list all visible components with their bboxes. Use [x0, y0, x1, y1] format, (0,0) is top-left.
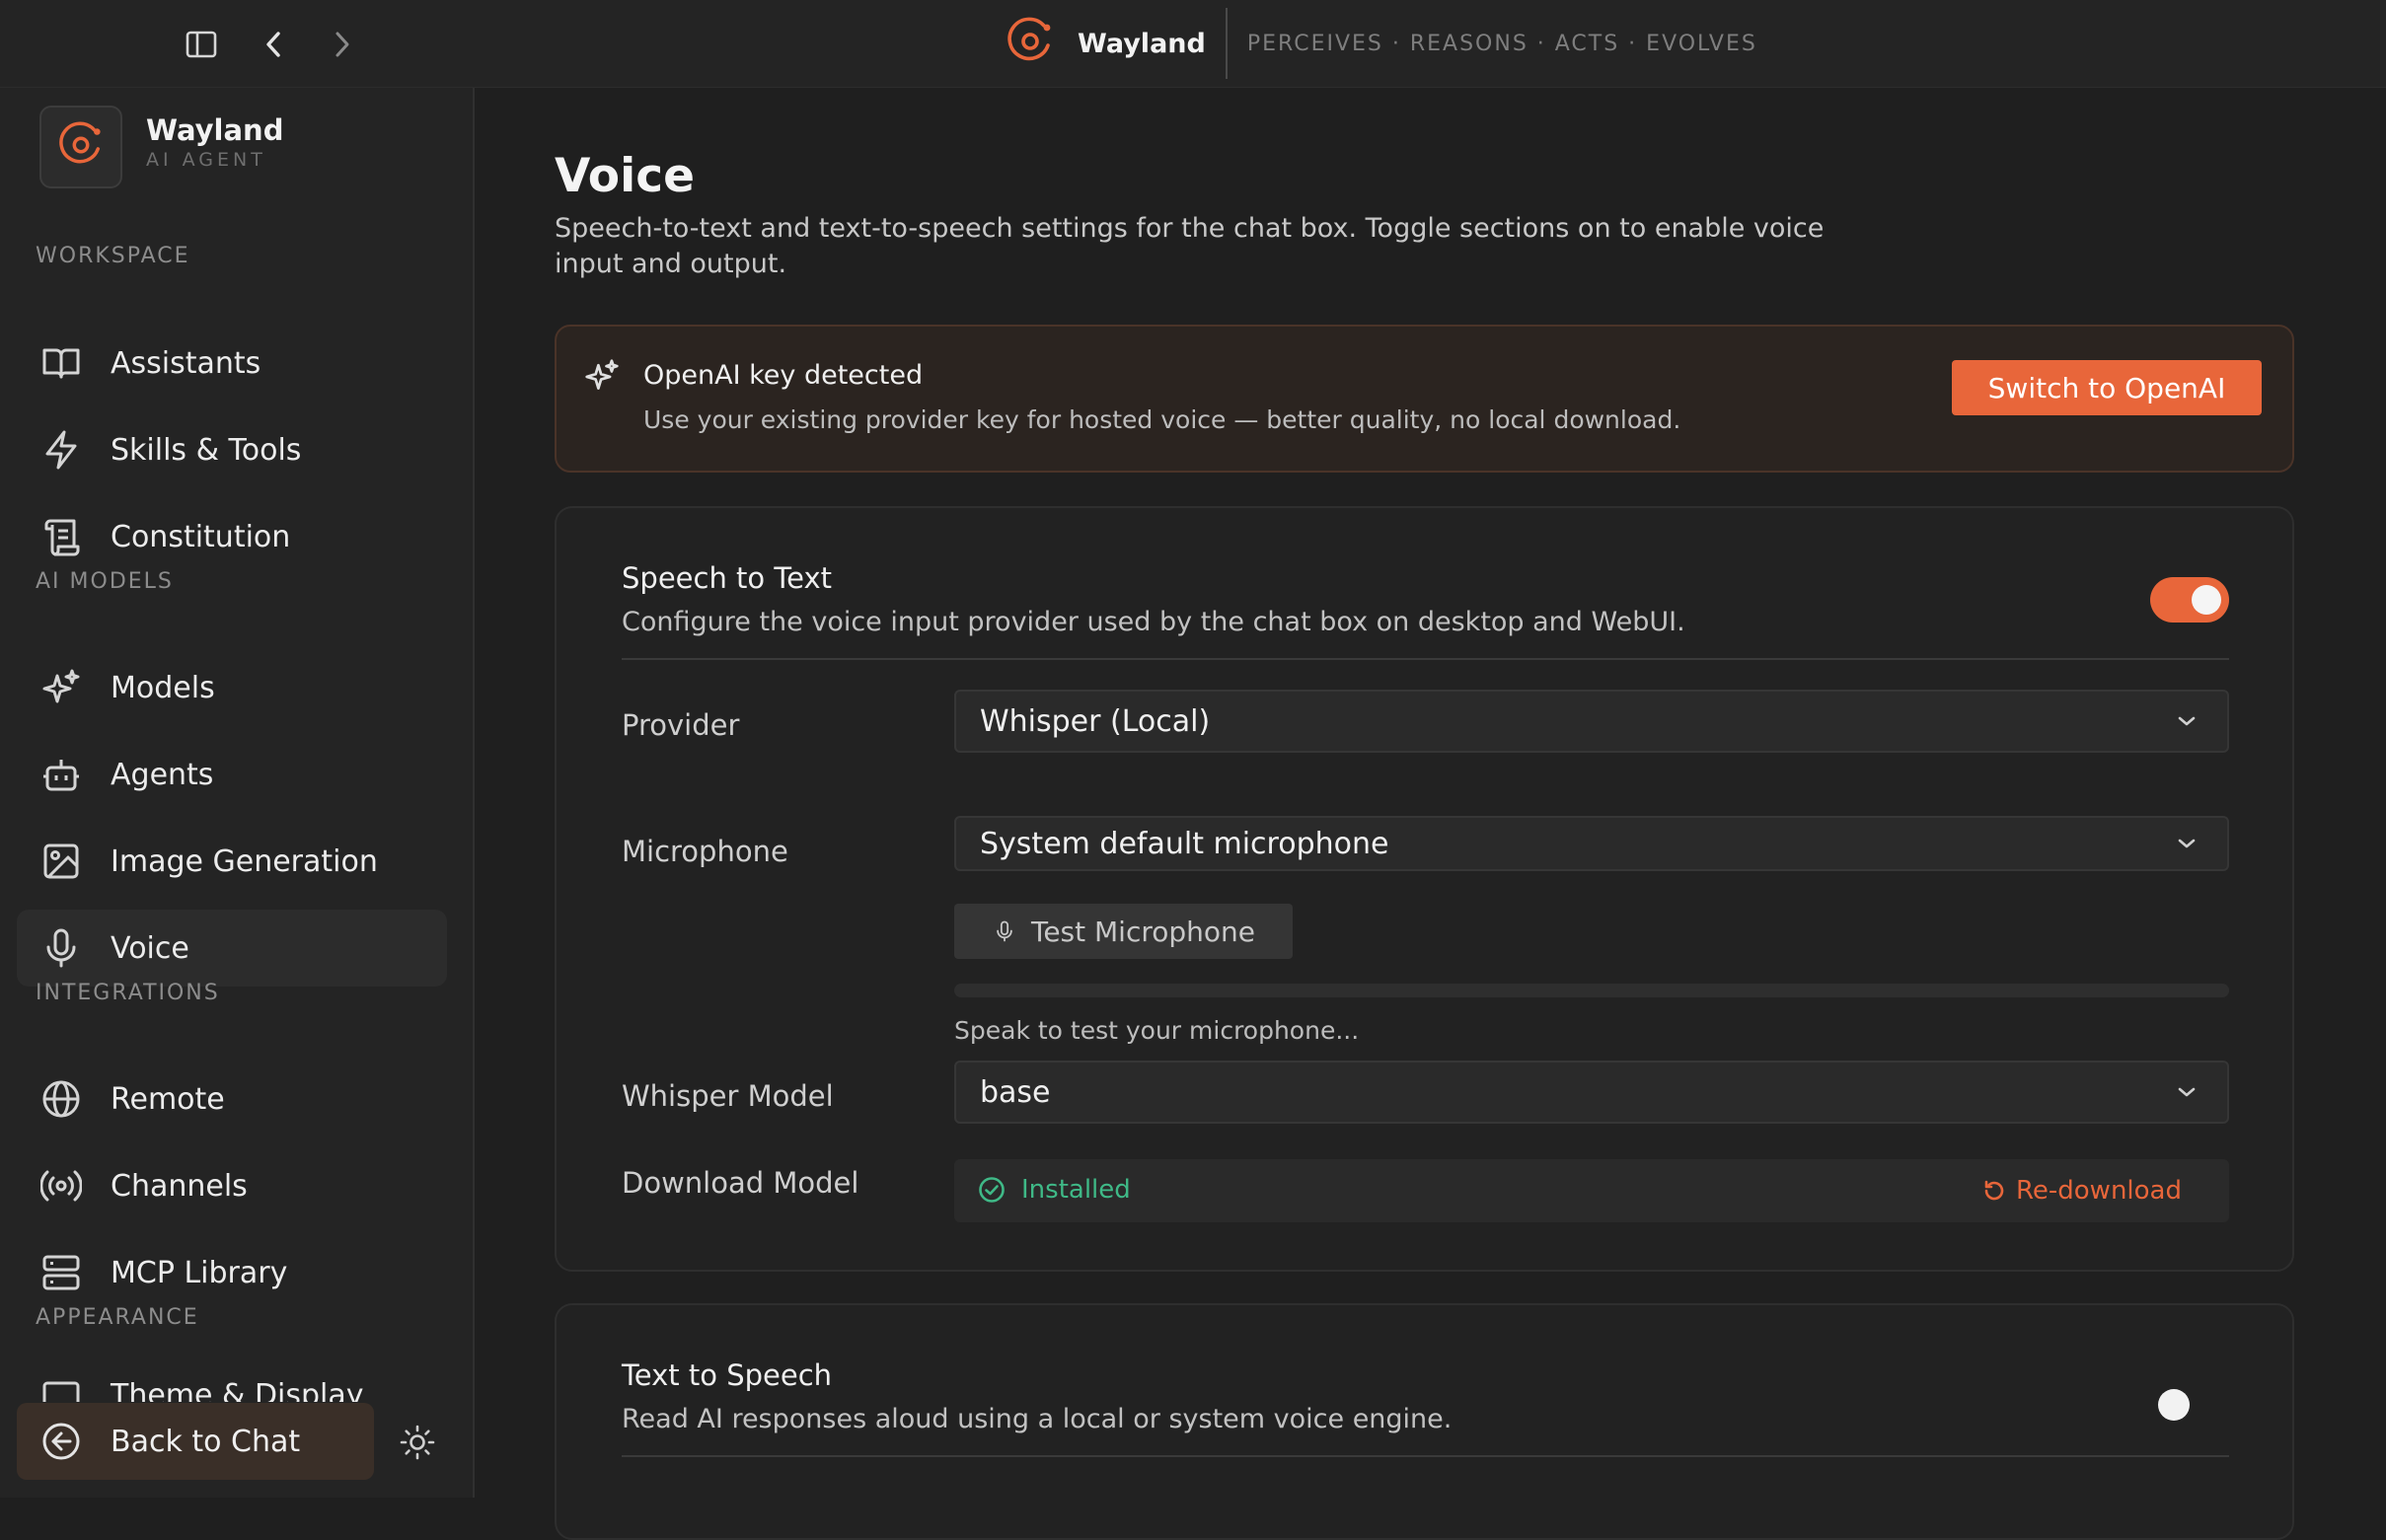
- mic-test-hint: Speak to test your microphone...: [954, 1016, 1360, 1045]
- toggle-knob: [2158, 1389, 2190, 1421]
- globe-icon: [38, 1076, 84, 1122]
- sidebar-item-assistants[interactable]: Assistants: [17, 325, 447, 402]
- forward-arrow-icon[interactable]: [320, 22, 365, 67]
- sidebar-item-constitution[interactable]: Constitution: [17, 498, 447, 575]
- chevron-down-icon: [2172, 706, 2201, 736]
- section-ai-models: AI MODELS: [36, 569, 174, 594]
- server-icon: [38, 1250, 84, 1295]
- wayland-logo-icon: [56, 120, 106, 174]
- sidebar-item-label: Voice: [111, 930, 189, 966]
- stt-description: Configure the voice input provider used …: [622, 607, 1685, 637]
- microphone-label: Microphone: [622, 835, 788, 868]
- whisper-model-label: Whisper Model: [622, 1079, 834, 1113]
- sidebar-item-image-generation[interactable]: Image Generation: [17, 823, 447, 900]
- sidebar-brand-sub: AI AGENT: [146, 149, 266, 171]
- download-model-row: Installed Re-download: [954, 1159, 2229, 1222]
- arrow-left-circle-icon: [38, 1419, 84, 1464]
- sidebar-item-voice[interactable]: Voice: [17, 910, 447, 987]
- sidebar-toggle-icon[interactable]: [179, 22, 224, 67]
- sidebar-item-label: Agents: [111, 757, 214, 792]
- page-title: Voice: [555, 149, 695, 203]
- switch-to-openai-button[interactable]: Switch to OpenAI: [1952, 360, 2262, 415]
- speech-to-text-card: Speech to Text Configure the voice input…: [555, 506, 2294, 1272]
- sidebar-item-label: MCP Library: [111, 1255, 288, 1290]
- text-to-speech-card: Text to Speech Read AI responses aloud u…: [555, 1303, 2294, 1540]
- book-icon: [38, 340, 84, 386]
- test-microphone-label: Test Microphone: [1030, 915, 1256, 948]
- sparkles-icon: [584, 358, 620, 394]
- broadcast-icon: [38, 1163, 84, 1209]
- image-icon: [38, 839, 84, 884]
- sidebar-item-label: Image Generation: [111, 843, 378, 879]
- provider-value: Whisper (Local): [980, 703, 1211, 739]
- back-to-chat-button[interactable]: Back to Chat: [17, 1403, 374, 1480]
- sidebar-item-mcp-library[interactable]: MCP Library: [17, 1234, 447, 1311]
- brand-divider: [1225, 8, 1228, 79]
- sidebar-item-remote[interactable]: Remote: [17, 1061, 447, 1137]
- sidebar-item-label: Assistants: [111, 345, 261, 381]
- provider-select[interactable]: Whisper (Local): [954, 690, 2229, 753]
- top-bar: Wayland PERCEIVES · REASONS · ACTS · EVO…: [0, 0, 2386, 88]
- refresh-icon: [1980, 1177, 2008, 1205]
- sidebar-item-channels[interactable]: Channels: [17, 1147, 447, 1224]
- whisper-model-value: base: [980, 1074, 1051, 1110]
- top-brand: Wayland PERCEIVES · REASONS · ACTS · EVO…: [1005, 8, 1757, 79]
- monitor-icon: [38, 1380, 84, 1402]
- sidebar-item-skills-tools[interactable]: Skills & Tools: [17, 411, 447, 488]
- toggle-knob: [2192, 585, 2221, 615]
- sidebar-item-label: Channels: [111, 1168, 248, 1204]
- sparkles-icon: [38, 665, 84, 710]
- main-content: Voice Speech-to-text and text-to-speech …: [477, 88, 2386, 1540]
- tts-title: Text to Speech: [622, 1358, 833, 1392]
- sun-icon[interactable]: [395, 1420, 440, 1465]
- microphone-select[interactable]: System default microphone: [954, 816, 2229, 871]
- stt-toggle[interactable]: [2150, 577, 2229, 623]
- sidebar-item-label: Models: [111, 670, 215, 705]
- tts-toggle[interactable]: [2138, 1385, 2217, 1430]
- microphone-value: System default microphone: [980, 826, 1389, 861]
- bolt-icon: [38, 427, 84, 473]
- sidebar-item-theme-display[interactable]: Theme & Display: [17, 1368, 447, 1402]
- wayland-logo-icon: [1005, 16, 1056, 71]
- tts-description: Read AI responses aloud using a local or…: [622, 1404, 1453, 1434]
- mic-level-bar: [954, 984, 2229, 997]
- sidebar-logo: [39, 106, 122, 188]
- page-description: Speech-to-text and text-to-speech settin…: [555, 213, 1825, 279]
- sidebar-item-label: Constitution: [111, 519, 291, 554]
- chevron-down-icon: [2172, 829, 2201, 858]
- notice-description: Use your existing provider key for hoste…: [643, 405, 1681, 434]
- whisper-model-select[interactable]: base: [954, 1061, 2229, 1124]
- section-integrations: INTEGRATIONS: [36, 981, 220, 1005]
- back-arrow-icon[interactable]: [251, 22, 296, 67]
- check-circle-icon: [978, 1176, 1007, 1206]
- chevron-down-icon: [2172, 1077, 2201, 1107]
- sidebar-item-models[interactable]: Models: [17, 649, 447, 726]
- notice-title: OpenAI key detected: [643, 360, 924, 391]
- sidebar-item-label: Theme & Display: [111, 1378, 364, 1402]
- back-to-chat-label: Back to Chat: [111, 1424, 301, 1459]
- redownload-button[interactable]: Re-download: [1980, 1173, 2182, 1209]
- scroll-icon: [38, 514, 84, 559]
- section-workspace: WORKSPACE: [36, 244, 190, 268]
- tts-divider: [622, 1455, 2229, 1457]
- sidebar-item-agents[interactable]: Agents: [17, 736, 447, 813]
- installed-status: Installed: [1021, 1175, 1131, 1205]
- microphone-icon: [992, 918, 1017, 944]
- provider-label: Provider: [622, 708, 740, 742]
- stt-title: Speech to Text: [622, 561, 833, 595]
- sidebar-item-label: Skills & Tools: [111, 432, 302, 468]
- sidebar-item-label: Remote: [111, 1081, 225, 1117]
- top-app-name: Wayland: [1078, 28, 1206, 59]
- download-model-label: Download Model: [622, 1166, 859, 1200]
- redownload-label: Re-download: [2016, 1176, 2182, 1206]
- top-tagline: PERCEIVES · REASONS · ACTS · EVOLVES: [1246, 31, 1757, 56]
- bot-icon: [38, 752, 84, 797]
- test-microphone-button[interactable]: Test Microphone: [954, 904, 1293, 959]
- openai-key-notice: OpenAI key detected Use your existing pr…: [555, 325, 2294, 473]
- sidebar-brand-name: Wayland: [146, 113, 284, 147]
- sidebar: Wayland AI AGENT WORKSPACE Assistants Sk…: [0, 88, 475, 1498]
- section-appearance: APPEARANCE: [36, 1305, 199, 1330]
- microphone-icon: [38, 925, 84, 971]
- stt-divider: [622, 658, 2229, 660]
